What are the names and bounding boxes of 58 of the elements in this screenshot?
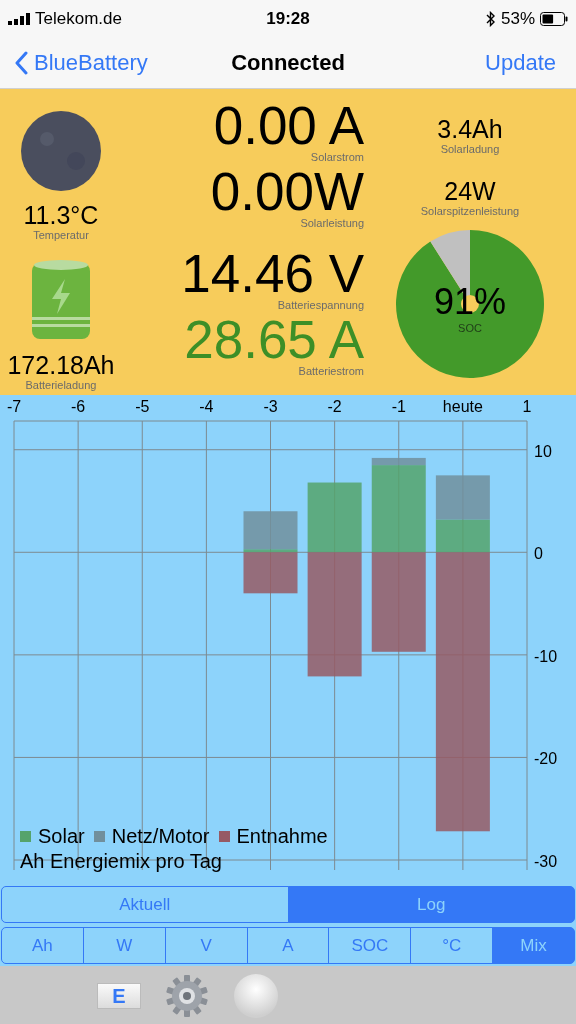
side-value: 24W [444,177,496,205]
legend-label: Solar [38,825,85,848]
x-tick-label: heute [442,398,483,415]
reading-label: Solarstrom [310,151,364,163]
clock-time: 19:28 [266,9,310,29]
x-tick-label: -2 [327,398,342,415]
y-tick-label: 10 [534,442,552,460]
y-tick-label: -20 [534,750,558,768]
side-label: Solarspitzenleistung [420,205,520,217]
reading-value: 0.00W [210,167,364,217]
battery-percent: 53% [500,9,535,29]
x-tick-label: 1 [522,398,532,415]
reading-label: Batteriespannung [277,299,364,311]
side-value: 3.4Ah [437,115,503,143]
x-tick-label: -3 [263,398,278,415]
unit-tab[interactable]: SOC [328,927,412,964]
x-tick-label: -5 [135,398,150,415]
moon-icon [21,111,101,191]
battery-icon [540,12,568,26]
unit-tab[interactable]: W [82,927,166,964]
carrier-name: Telekom.de [35,9,122,29]
reading-label: Batteriestrom [298,365,364,377]
x-tick-label: -1 [391,398,406,415]
chevron-left-icon [14,51,28,75]
legend-label: Entnahme [236,825,328,848]
unit-tab[interactable]: A [246,927,330,964]
mode-tab[interactable]: Aktuell [1,886,289,923]
bluetooth-icon [485,11,496,27]
signal-icon [8,13,30,25]
nav-title: Connected [231,50,345,76]
y-tick-label: 0 [534,545,543,563]
mail-button[interactable]: E [97,983,141,1009]
chart-title: Ah Energiemix pro Tag [20,850,223,873]
side-label: Solarladung [440,143,500,155]
unit-tab[interactable]: V [164,927,248,964]
x-tick-label: -4 [199,398,214,415]
y-tick-label: -30 [534,853,558,870]
unit-tab[interactable]: °C [410,927,494,964]
x-tick-label: -7 [6,398,22,415]
unit-tab[interactable]: Ah [1,927,84,964]
reading-value: 0.00 A [213,101,364,151]
soc-label: SOC [457,322,483,334]
unit-tab[interactable]: Mix [492,927,575,964]
legend-label: Netz/Motor [111,825,210,848]
gear-icon[interactable] [165,974,209,1018]
update-link[interactable]: Update [485,50,556,76]
temperature-value: 11.3°C [23,201,99,229]
mode-tab[interactable]: Log [287,886,575,923]
battery-charge-value: 172.18Ah [7,351,115,379]
battery-cell-icon [32,259,90,341]
reading-label: Solarleistung [300,217,364,229]
x-tick-label: -6 [71,398,86,415]
reading-value: 28.65 A [184,315,364,365]
reading-value: 14.46 V [181,249,364,299]
battery-charge-label: Batterieladung [25,379,97,391]
y-tick-label: -10 [534,647,558,665]
temperature-label: Temperatur [33,229,89,241]
back-link[interactable]: BlueBattery [14,50,148,76]
